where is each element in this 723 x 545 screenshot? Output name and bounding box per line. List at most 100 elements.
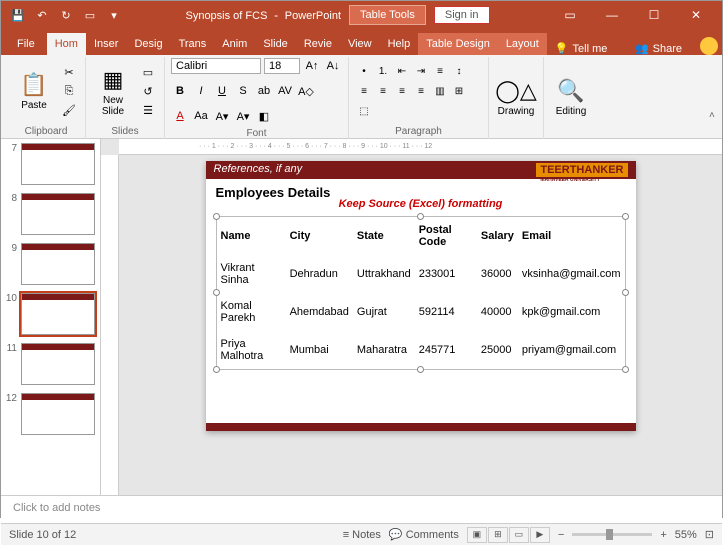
- cut-icon[interactable]: ✂: [59, 64, 79, 82]
- thumbnail-slide-10[interactable]: 10: [5, 293, 96, 335]
- tab-transitions[interactable]: Trans: [171, 33, 215, 55]
- tab-help[interactable]: Help: [380, 33, 419, 55]
- convert-smartart-icon[interactable]: ⬚: [355, 103, 373, 121]
- copy-icon[interactable]: ⎘: [59, 83, 79, 101]
- align-right-icon[interactable]: ≡: [393, 83, 411, 101]
- spacing-icon[interactable]: AV: [276, 82, 294, 100]
- new-slide-button[interactable]: ▦New Slide: [92, 65, 134, 119]
- tab-review[interactable]: Revie: [296, 33, 340, 55]
- table-header[interactable]: City: [286, 217, 353, 255]
- grow-font-icon[interactable]: A↑: [303, 57, 321, 75]
- table-header[interactable]: Salary: [477, 217, 518, 255]
- zoom-level[interactable]: 55%: [675, 529, 697, 541]
- save-icon[interactable]: 💾: [7, 4, 29, 26]
- underline-button[interactable]: U: [213, 82, 231, 100]
- indent-inc-icon[interactable]: ⇥: [412, 63, 430, 81]
- table-row[interactable]: Vikrant SinhaDehradunUttrakhand233001360…: [217, 255, 625, 293]
- line-spacing-icon[interactable]: ≡: [431, 63, 449, 81]
- tab-animations[interactable]: Anim: [214, 33, 255, 55]
- font-color-icon[interactable]: A: [171, 107, 189, 125]
- tab-file[interactable]: File: [5, 33, 47, 55]
- align-left-icon[interactable]: ≡: [355, 83, 373, 101]
- contextual-tab-table-tools[interactable]: Table Tools: [349, 5, 426, 25]
- status-bar: Slide 10 of 12 ≡ Notes 💬 Comments ▣ ⊞ ▭ …: [1, 523, 722, 545]
- notes-pane[interactable]: Click to add notes: [1, 495, 722, 523]
- table-object[interactable]: NameCityStatePostal CodeSalaryEmailVikra…: [216, 216, 626, 370]
- sign-in-button[interactable]: Sign in: [434, 6, 490, 24]
- align-center-icon[interactable]: ≡: [374, 83, 392, 101]
- table-header[interactable]: State: [353, 217, 415, 255]
- tell-me-search[interactable]: 💡Tell me: [547, 42, 616, 55]
- tab-table-design[interactable]: Table Design: [418, 33, 498, 55]
- tab-design[interactable]: Desig: [126, 33, 170, 55]
- thumbnail-slide-12[interactable]: 12: [5, 393, 96, 435]
- paste-button[interactable]: 📋Paste: [13, 70, 55, 113]
- reset-icon[interactable]: ↺: [138, 83, 158, 101]
- indent-dec-icon[interactable]: ⇤: [393, 63, 411, 81]
- sorter-view-icon[interactable]: ⊞: [488, 527, 508, 543]
- table-row[interactable]: Priya MalhotraMumbaiMaharatra24577125000…: [217, 331, 625, 369]
- change-case-icon[interactable]: Aa: [192, 107, 210, 125]
- eraser-icon[interactable]: ◧: [255, 107, 273, 125]
- start-slideshow-icon[interactable]: ▭: [79, 4, 101, 26]
- table-header[interactable]: Postal Code: [415, 217, 477, 255]
- undo-icon[interactable]: ↶: [31, 4, 53, 26]
- thumbnail-slide-7[interactable]: 7: [5, 143, 96, 185]
- italic-button[interactable]: I: [192, 82, 210, 100]
- thumbnail-slide-8[interactable]: 8: [5, 193, 96, 235]
- share-button[interactable]: 👥Share: [625, 42, 692, 55]
- slide-thumbnails-panel[interactable]: 7 8 9 10 11 12: [1, 139, 101, 495]
- tab-insert[interactable]: Inser: [86, 33, 126, 55]
- highlight-icon[interactable]: A▾: [213, 107, 231, 125]
- clipboard-icon: 📋: [20, 72, 47, 98]
- notes-toggle[interactable]: ≡ Notes: [343, 529, 381, 541]
- shrink-font-icon[interactable]: A↓: [324, 57, 342, 75]
- reading-view-icon[interactable]: ▭: [509, 527, 529, 543]
- tab-view[interactable]: View: [340, 33, 380, 55]
- collapse-ribbon-icon[interactable]: ˄: [709, 110, 721, 122]
- ribbon-options-icon[interactable]: ▭: [550, 3, 590, 27]
- slide-counter[interactable]: Slide 10 of 12: [9, 529, 76, 541]
- minimize-icon[interactable]: —: [592, 3, 632, 27]
- tab-layout[interactable]: Layout: [498, 33, 547, 55]
- qat-more-icon[interactable]: ▾: [103, 4, 125, 26]
- justify-icon[interactable]: ≡: [412, 83, 430, 101]
- section-icon[interactable]: ☰: [138, 102, 158, 120]
- text-direction-icon[interactable]: ↕: [450, 63, 468, 81]
- layout-icon[interactable]: ▭: [138, 64, 158, 82]
- table-row[interactable]: Komal ParekhAhemdabadGujrat59211440000kp…: [217, 293, 625, 331]
- font-name-select[interactable]: Calibri: [171, 58, 261, 74]
- redo-icon[interactable]: ↻: [55, 4, 77, 26]
- table-header[interactable]: Email: [518, 217, 625, 255]
- drawing-button[interactable]: ◯△Drawing: [495, 76, 537, 119]
- fit-window-icon[interactable]: ⊡: [705, 528, 714, 541]
- align-text-icon[interactable]: ⊞: [450, 83, 468, 101]
- maximize-icon[interactable]: ☐: [634, 3, 674, 27]
- font-size-select[interactable]: 18: [264, 58, 300, 74]
- zoom-slider[interactable]: [572, 533, 652, 536]
- shadow-button[interactable]: S: [234, 82, 252, 100]
- close-icon[interactable]: ✕: [676, 3, 716, 27]
- normal-view-icon[interactable]: ▣: [467, 527, 487, 543]
- tab-slideshow[interactable]: Slide: [255, 33, 295, 55]
- new-slide-icon: ▦: [103, 67, 124, 93]
- clear-format-icon[interactable]: A◇: [297, 82, 315, 100]
- columns-icon[interactable]: ▥: [431, 83, 449, 101]
- bullets-icon[interactable]: •: [355, 63, 373, 81]
- tab-home[interactable]: Hom: [47, 33, 86, 55]
- editing-button[interactable]: 🔍Editing: [550, 76, 592, 119]
- format-painter-icon[interactable]: 🖌: [59, 102, 79, 120]
- feedback-icon[interactable]: [700, 37, 718, 55]
- zoom-in-icon[interactable]: +: [660, 529, 666, 541]
- comments-toggle[interactable]: 💬 Comments: [389, 528, 459, 541]
- zoom-out-icon[interactable]: −: [558, 529, 564, 541]
- slide-canvas[interactable]: References, if any TEERTHANKERMAHAVEER U…: [206, 161, 636, 431]
- font-color2-icon[interactable]: A▾: [234, 107, 252, 125]
- thumbnail-slide-11[interactable]: 11: [5, 343, 96, 385]
- numbering-icon[interactable]: 1.: [374, 63, 392, 81]
- table-header[interactable]: Name: [217, 217, 286, 255]
- slideshow-view-icon[interactable]: ▶: [530, 527, 550, 543]
- strikethrough-button[interactable]: ab: [255, 82, 273, 100]
- thumbnail-slide-9[interactable]: 9: [5, 243, 96, 285]
- bold-button[interactable]: B: [171, 82, 189, 100]
